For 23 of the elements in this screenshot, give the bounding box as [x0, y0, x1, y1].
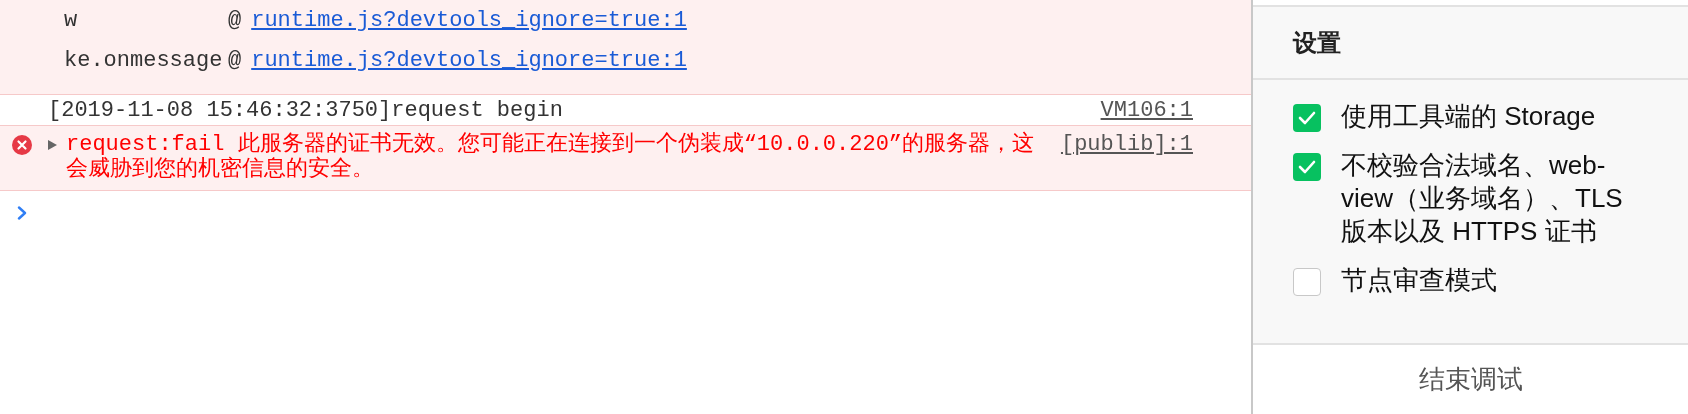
at-sign: @ [228, 6, 242, 35]
checkbox-label: 使用工具端的 Storage [1341, 100, 1597, 133]
checkbox[interactable] [1293, 268, 1321, 296]
checkbox-label: 不校验合法域名、web-view（业务域名）、TLS 版本以及 HTTPS 证书 [1341, 149, 1624, 248]
checkbox-label: 节点审查模式 [1341, 264, 1498, 297]
source-link[interactable]: runtime.js?devtools_ignore=true:1 [251, 3, 687, 37]
source-link[interactable]: [publib]:1 [1060, 132, 1193, 157]
error-message: request:fail 此服务器的证书无效。您可能正在连接到一个伪装成“10.0.0.220”的服务器，这会威胁到您的机密信息的安全。 [66, 132, 1036, 182]
error-icon [12, 135, 32, 155]
checkmark-icon [1298, 160, 1316, 174]
checkmark-icon [1298, 111, 1316, 125]
source-link[interactable]: runtime.js?devtools_ignore=true:1 [251, 43, 687, 77]
prompt-chevron-icon [17, 206, 27, 221]
expand-triangle-icon[interactable] [46, 139, 58, 151]
checkbox[interactable] [1293, 104, 1321, 132]
log-message: [2019-11-08 15:46:32:3750]request begin [48, 96, 563, 125]
function-name: w [64, 6, 79, 35]
end-debug-button[interactable]: 结束调试 [1408, 356, 1533, 403]
panel-title: 设置 [1253, 7, 1688, 80]
checkbox[interactable] [1293, 153, 1321, 181]
source-link[interactable]: VM106:1 [1100, 93, 1193, 127]
at-sign: @ [228, 46, 242, 75]
function-name: ke.onmessage [64, 46, 224, 75]
